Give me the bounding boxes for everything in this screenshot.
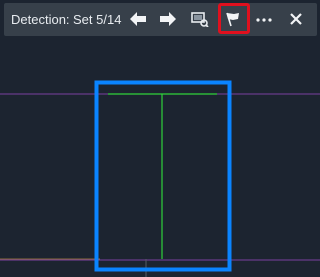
detection-set-counter: Set 5/14 — [73, 12, 122, 27]
close-button[interactable] — [284, 7, 308, 31]
toolbar-title: Detection: — [11, 12, 70, 27]
arrow-right-icon — [160, 12, 176, 26]
close-icon — [290, 13, 302, 25]
canvas-drawing — [0, 80, 320, 277]
previous-button[interactable] — [126, 7, 150, 31]
next-button[interactable] — [156, 7, 180, 31]
drawing-canvas[interactable] — [0, 37, 320, 277]
more-options-button[interactable] — [252, 7, 276, 31]
flag-icon — [226, 12, 239, 26]
zoom-to-selection-button[interactable] — [188, 7, 212, 31]
arrow-left-icon — [130, 12, 146, 26]
zoom-to-selection-icon — [191, 12, 209, 27]
detection-highlight-frame — [94, 80, 232, 272]
detection-toolbar: Detection: Set 5/14 — [4, 3, 317, 36]
more-icon — [256, 18, 272, 22]
flag-button[interactable] — [218, 3, 250, 34]
